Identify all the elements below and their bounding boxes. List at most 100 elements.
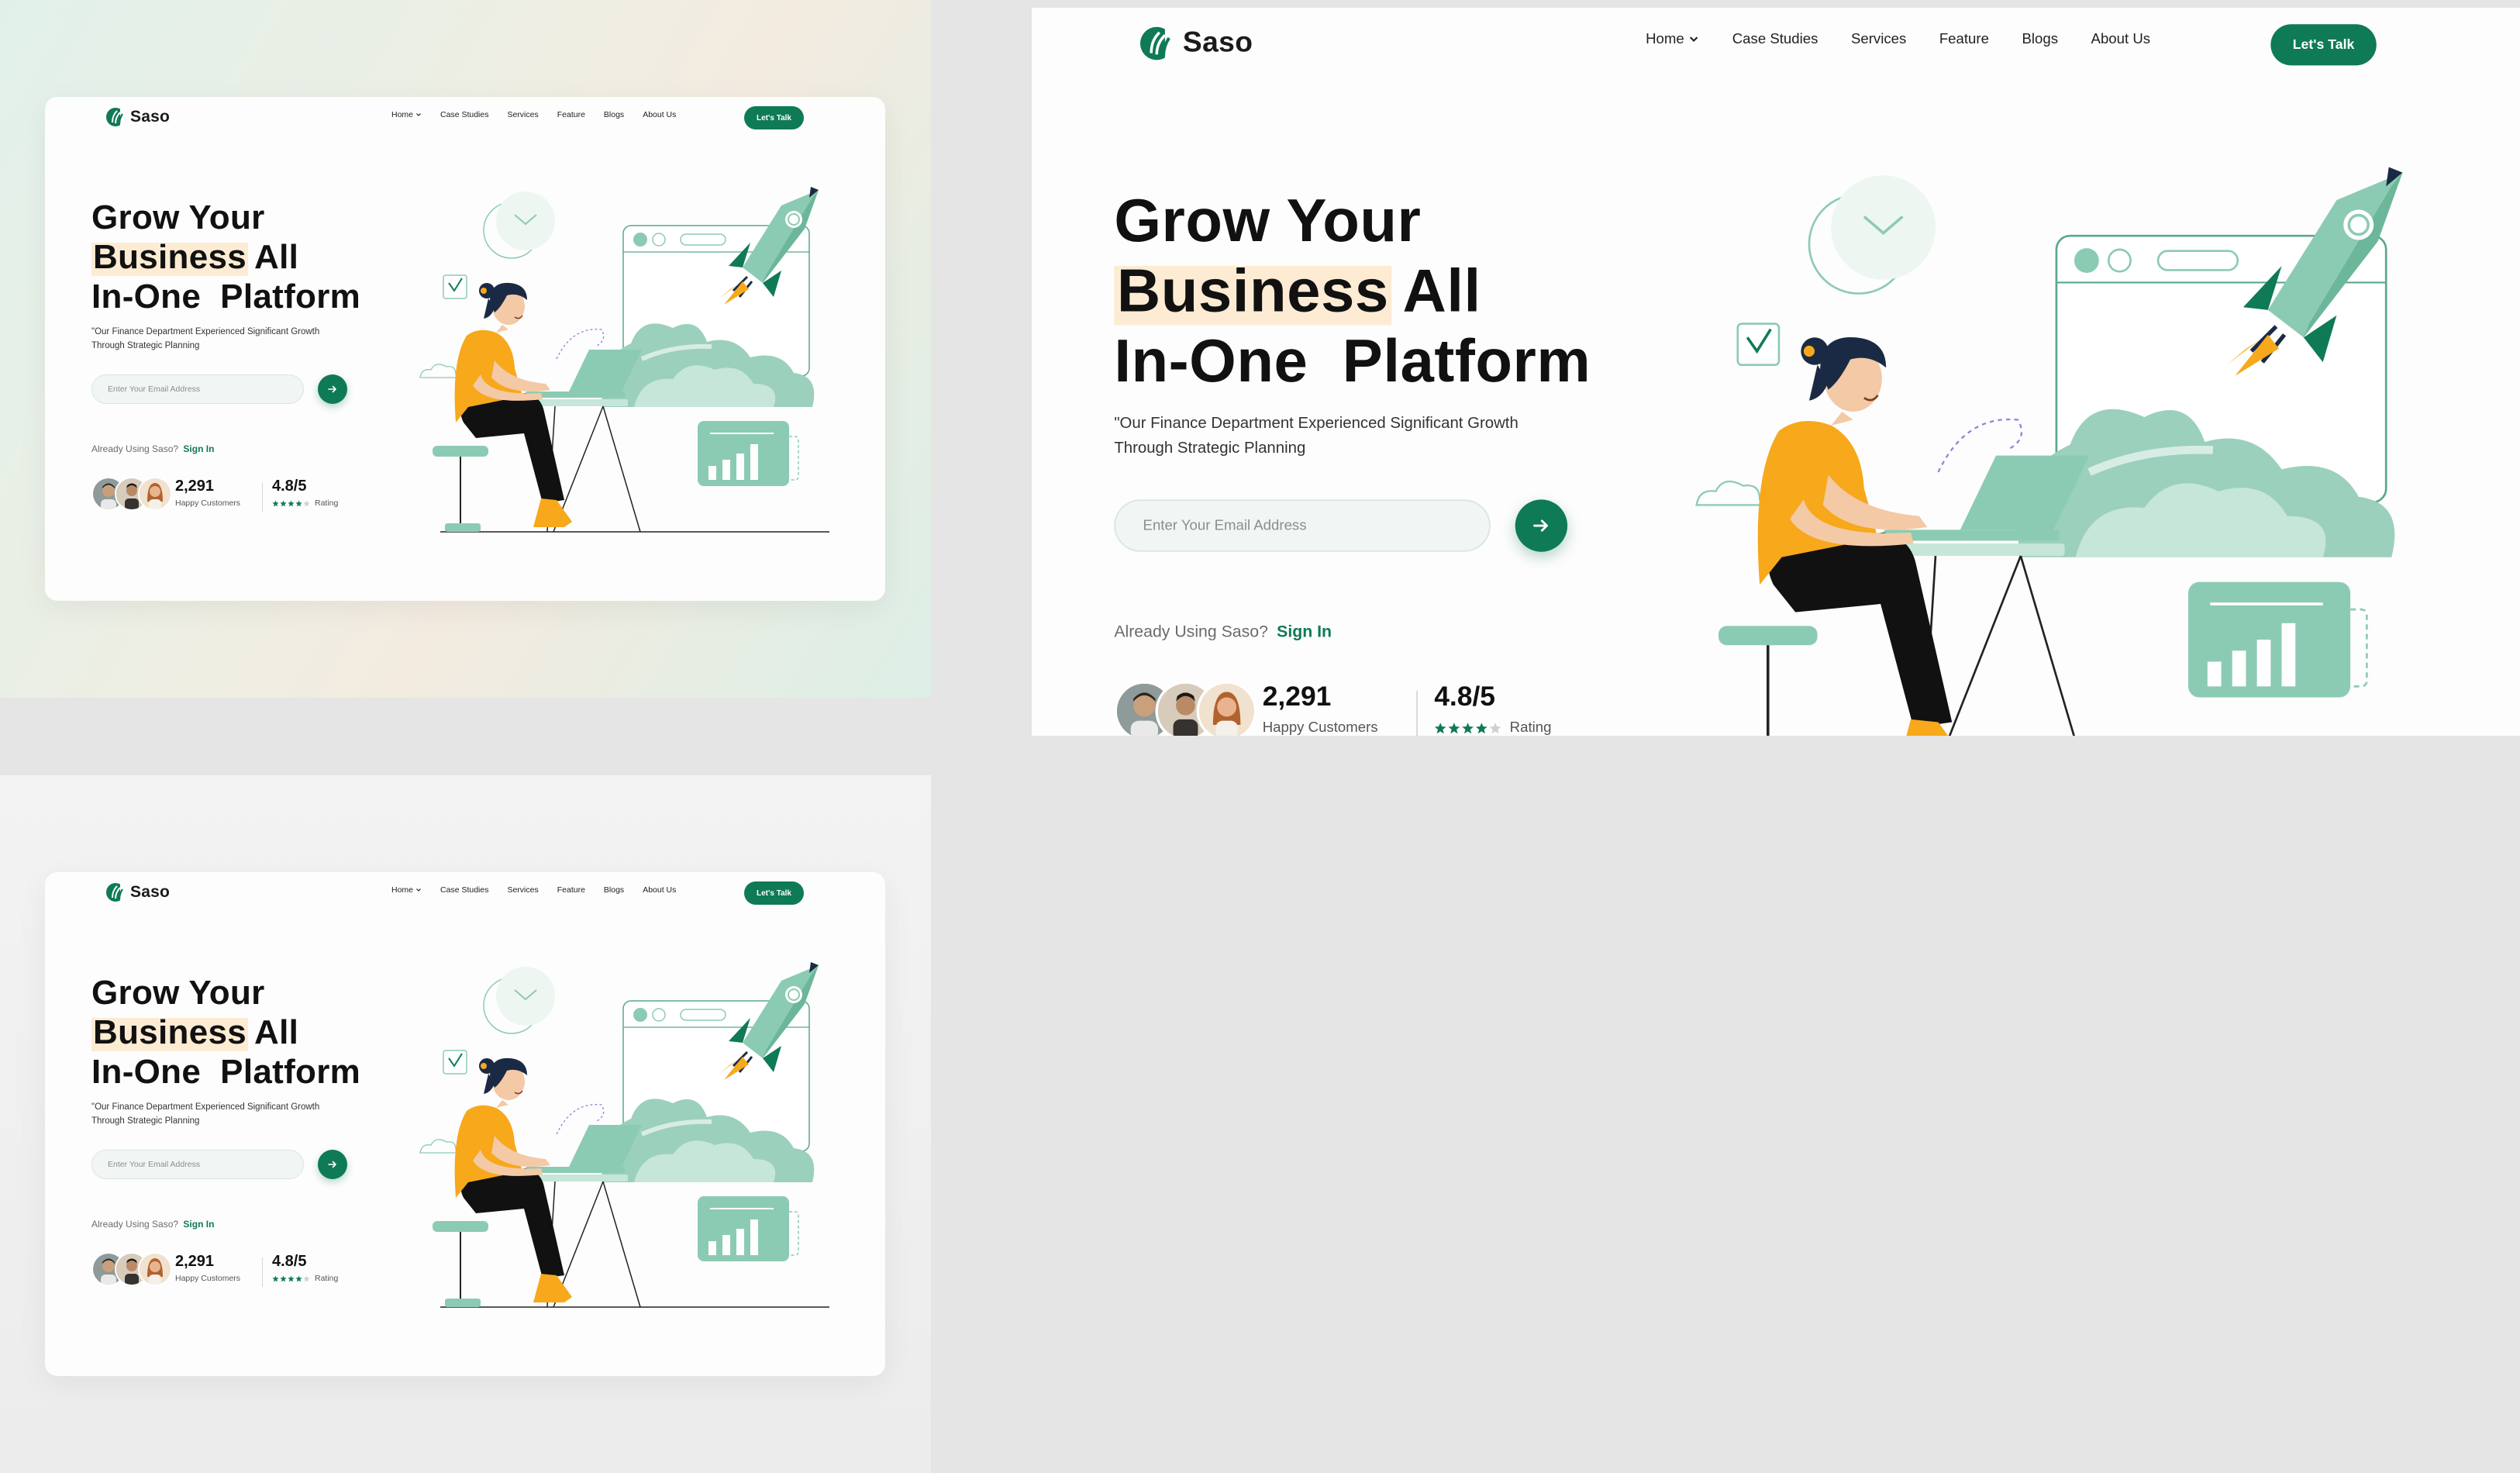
- nav-case-studies[interactable]: Case Studies: [440, 110, 488, 119]
- main-nav: Home Case Studies Services Feature Blogs…: [391, 110, 695, 119]
- star-icon: [272, 499, 279, 506]
- star-icon: [303, 499, 310, 506]
- nav-blogs[interactable]: Blogs: [2022, 31, 2058, 47]
- main-nav: Home Case Studies Services Feature Blogs…: [391, 885, 695, 895]
- rating-stat: 4.8/5 Rating: [272, 1253, 338, 1283]
- nav-services[interactable]: Services: [1851, 31, 1906, 47]
- logo-icon: [106, 107, 126, 127]
- rating-stars: [1434, 722, 1501, 734]
- logo[interactable]: Saso: [105, 882, 170, 902]
- star-icon: [295, 1275, 302, 1282]
- nav-blogs[interactable]: Blogs: [604, 885, 624, 895]
- nav-blogs[interactable]: Blogs: [604, 110, 624, 119]
- email-input[interactable]: [1114, 499, 1491, 552]
- preview-panel-large: Saso Home Case Studies Services Feature …: [1032, 8, 2520, 736]
- rating-stars: [272, 1275, 310, 1282]
- stats-divider: [262, 1257, 263, 1287]
- rating-label: Rating: [315, 1274, 339, 1283]
- brand-name: Saso: [1182, 26, 1253, 59]
- star-icon: [288, 1275, 295, 1282]
- hero-title-highlight: Business: [91, 238, 249, 276]
- hero-title-line-2-rest: All: [254, 1013, 299, 1051]
- customers-label: Happy Customers: [175, 498, 241, 508]
- stats-divider: [1416, 690, 1418, 736]
- page-card: Saso Home Case Studies Services Feature …: [45, 97, 885, 601]
- nav-feature[interactable]: Feature: [1939, 31, 1989, 47]
- star-icon: [303, 1275, 310, 1282]
- page-card: Saso Home Case Studies Services Feature …: [1032, 8, 2520, 736]
- preview-panel-bottom-left: Saso Home Case Studies Services Feature …: [0, 775, 931, 1473]
- submit-email-button[interactable]: [318, 374, 347, 404]
- hero-title-line-2-rest: All: [254, 238, 299, 276]
- logo[interactable]: Saso: [1139, 26, 1253, 62]
- signin-prompt: Already Using Saso?: [91, 443, 179, 454]
- signin-link[interactable]: Sign In: [183, 443, 214, 454]
- email-input[interactable]: [91, 1150, 304, 1179]
- hero-title-highlight: Business: [1114, 257, 1392, 326]
- rating-value: 4.8/5: [1434, 682, 1496, 713]
- star-icon: [1462, 722, 1474, 733]
- customers-stat: 2,291 Happy Customers: [1263, 682, 1378, 736]
- submit-email-button[interactable]: [318, 1150, 347, 1179]
- star-icon: [295, 499, 302, 506]
- avatar: [1196, 681, 1257, 736]
- logo[interactable]: Saso: [105, 107, 170, 127]
- nav-home[interactable]: Home: [391, 110, 422, 119]
- hero-title-line-2-rest: All: [1402, 257, 1481, 326]
- signin-link[interactable]: Sign In: [1277, 622, 1332, 641]
- nav-services[interactable]: Services: [507, 885, 538, 895]
- nav-services[interactable]: Services: [507, 110, 538, 119]
- arrow-right-icon: [1533, 519, 1548, 532]
- rating-value: 4.8/5: [272, 478, 307, 495]
- hero-subtitle: "Our Finance Department Experienced Sign…: [91, 327, 320, 350]
- customers-count: 2,291: [175, 478, 215, 495]
- signin-row: Already Using Saso? Sign In: [1114, 622, 1332, 641]
- hero-subtitle: "Our Finance Department Experienced Sign…: [1114, 416, 1519, 457]
- nav-home[interactable]: Home: [1646, 31, 1699, 47]
- nav-case-studies[interactable]: Case Studies: [440, 885, 488, 895]
- hero-title-line-3: In-One Platform: [91, 278, 361, 316]
- bar-chart-icon: [2188, 581, 2368, 698]
- email-input[interactable]: [91, 374, 304, 404]
- main-nav: Home Case Studies Services Feature Blogs…: [1646, 31, 2184, 47]
- nav-home[interactable]: Home: [391, 885, 422, 895]
- nav-about-us[interactable]: About Us: [643, 885, 676, 895]
- nav-home-label: Home: [391, 110, 414, 119]
- signin-row: Already Using Saso? Sign In: [91, 443, 214, 454]
- lets-talk-button[interactable]: Let's Talk: [744, 106, 804, 129]
- lets-talk-button[interactable]: Let's Talk: [744, 881, 804, 905]
- rating-stat: 4.8/5 Rating: [272, 478, 338, 508]
- hero-illustration: [1695, 167, 2403, 736]
- hero-title-line-3: In-One Platform: [91, 1053, 361, 1091]
- nav-about-us[interactable]: About Us: [2091, 31, 2151, 47]
- chevron-down-icon: [416, 113, 421, 116]
- star-icon: [280, 499, 287, 506]
- signin-link[interactable]: Sign In: [183, 1219, 214, 1230]
- nav-feature[interactable]: Feature: [557, 885, 585, 895]
- nav-about-us[interactable]: About Us: [643, 110, 676, 119]
- nav-feature[interactable]: Feature: [557, 110, 585, 119]
- customers-stat: 2,291 Happy Customers: [175, 1253, 240, 1283]
- landing-page: Saso Home Case Studies Services Feature …: [1032, 8, 2520, 736]
- signin-prompt: Already Using Saso?: [91, 1219, 179, 1230]
- envelope-icon: [1808, 175, 1936, 295]
- brand-name: Saso: [130, 108, 170, 126]
- hero-title: Grow Your Business All In-One Platform: [91, 973, 464, 1092]
- submit-email-button[interactable]: [1515, 499, 1568, 552]
- nav-home-label: Home: [391, 885, 414, 895]
- brand-name: Saso: [130, 883, 170, 901]
- arrow-right-icon: [328, 1161, 336, 1168]
- star-icon: [1475, 722, 1488, 733]
- hero-title-line-2: Business All: [91, 1012, 464, 1052]
- customers-label: Happy Customers: [175, 1274, 241, 1283]
- rating-value: 4.8/5: [272, 1253, 307, 1270]
- rating-label: Rating: [1509, 719, 1552, 736]
- customer-avatars: [91, 477, 172, 511]
- nav-home-label: Home: [1646, 31, 1684, 48]
- rating-stat: 4.8/5 Rating: [1434, 682, 1551, 736]
- nav-case-studies[interactable]: Case Studies: [1732, 31, 1818, 47]
- landing-page: Saso Home Case Studies Services Feature …: [45, 97, 885, 601]
- lets-talk-button[interactable]: Let's Talk: [2270, 24, 2377, 66]
- hero-title-line-1: Grow Your: [91, 198, 265, 236]
- stats-divider: [262, 482, 263, 512]
